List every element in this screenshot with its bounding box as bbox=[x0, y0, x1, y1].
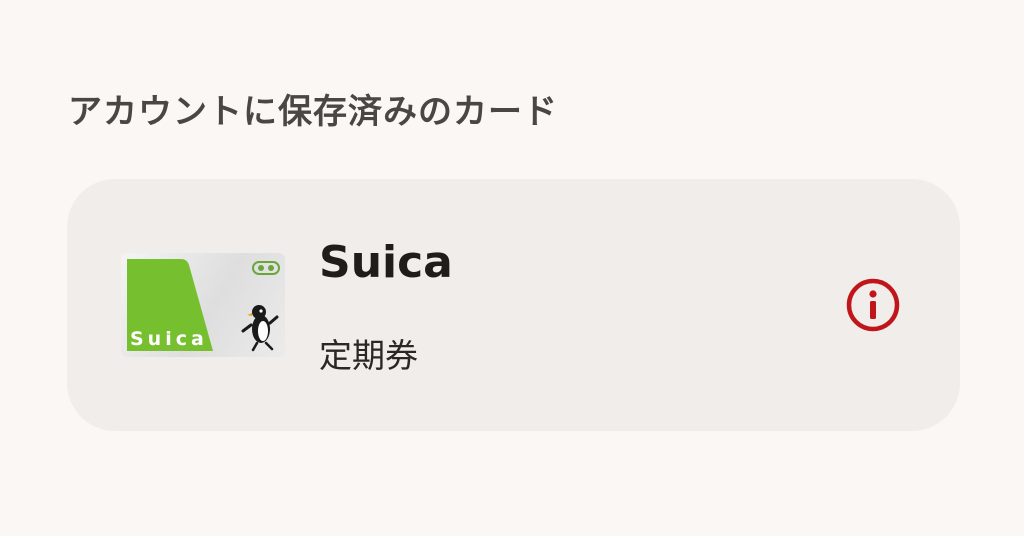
info-button[interactable] bbox=[845, 277, 901, 333]
card-thumb-label: Suica bbox=[130, 328, 208, 350]
suica-card-image: Suica bbox=[121, 253, 285, 357]
section-title: アカウントに保存済みのカード bbox=[68, 92, 558, 132]
info-icon bbox=[846, 278, 900, 332]
saved-card-item[interactable]: Suica Suica 定期券 bbox=[67, 179, 960, 431]
card-type: 定期券 bbox=[319, 336, 418, 375]
card-name: Suica bbox=[319, 237, 453, 288]
